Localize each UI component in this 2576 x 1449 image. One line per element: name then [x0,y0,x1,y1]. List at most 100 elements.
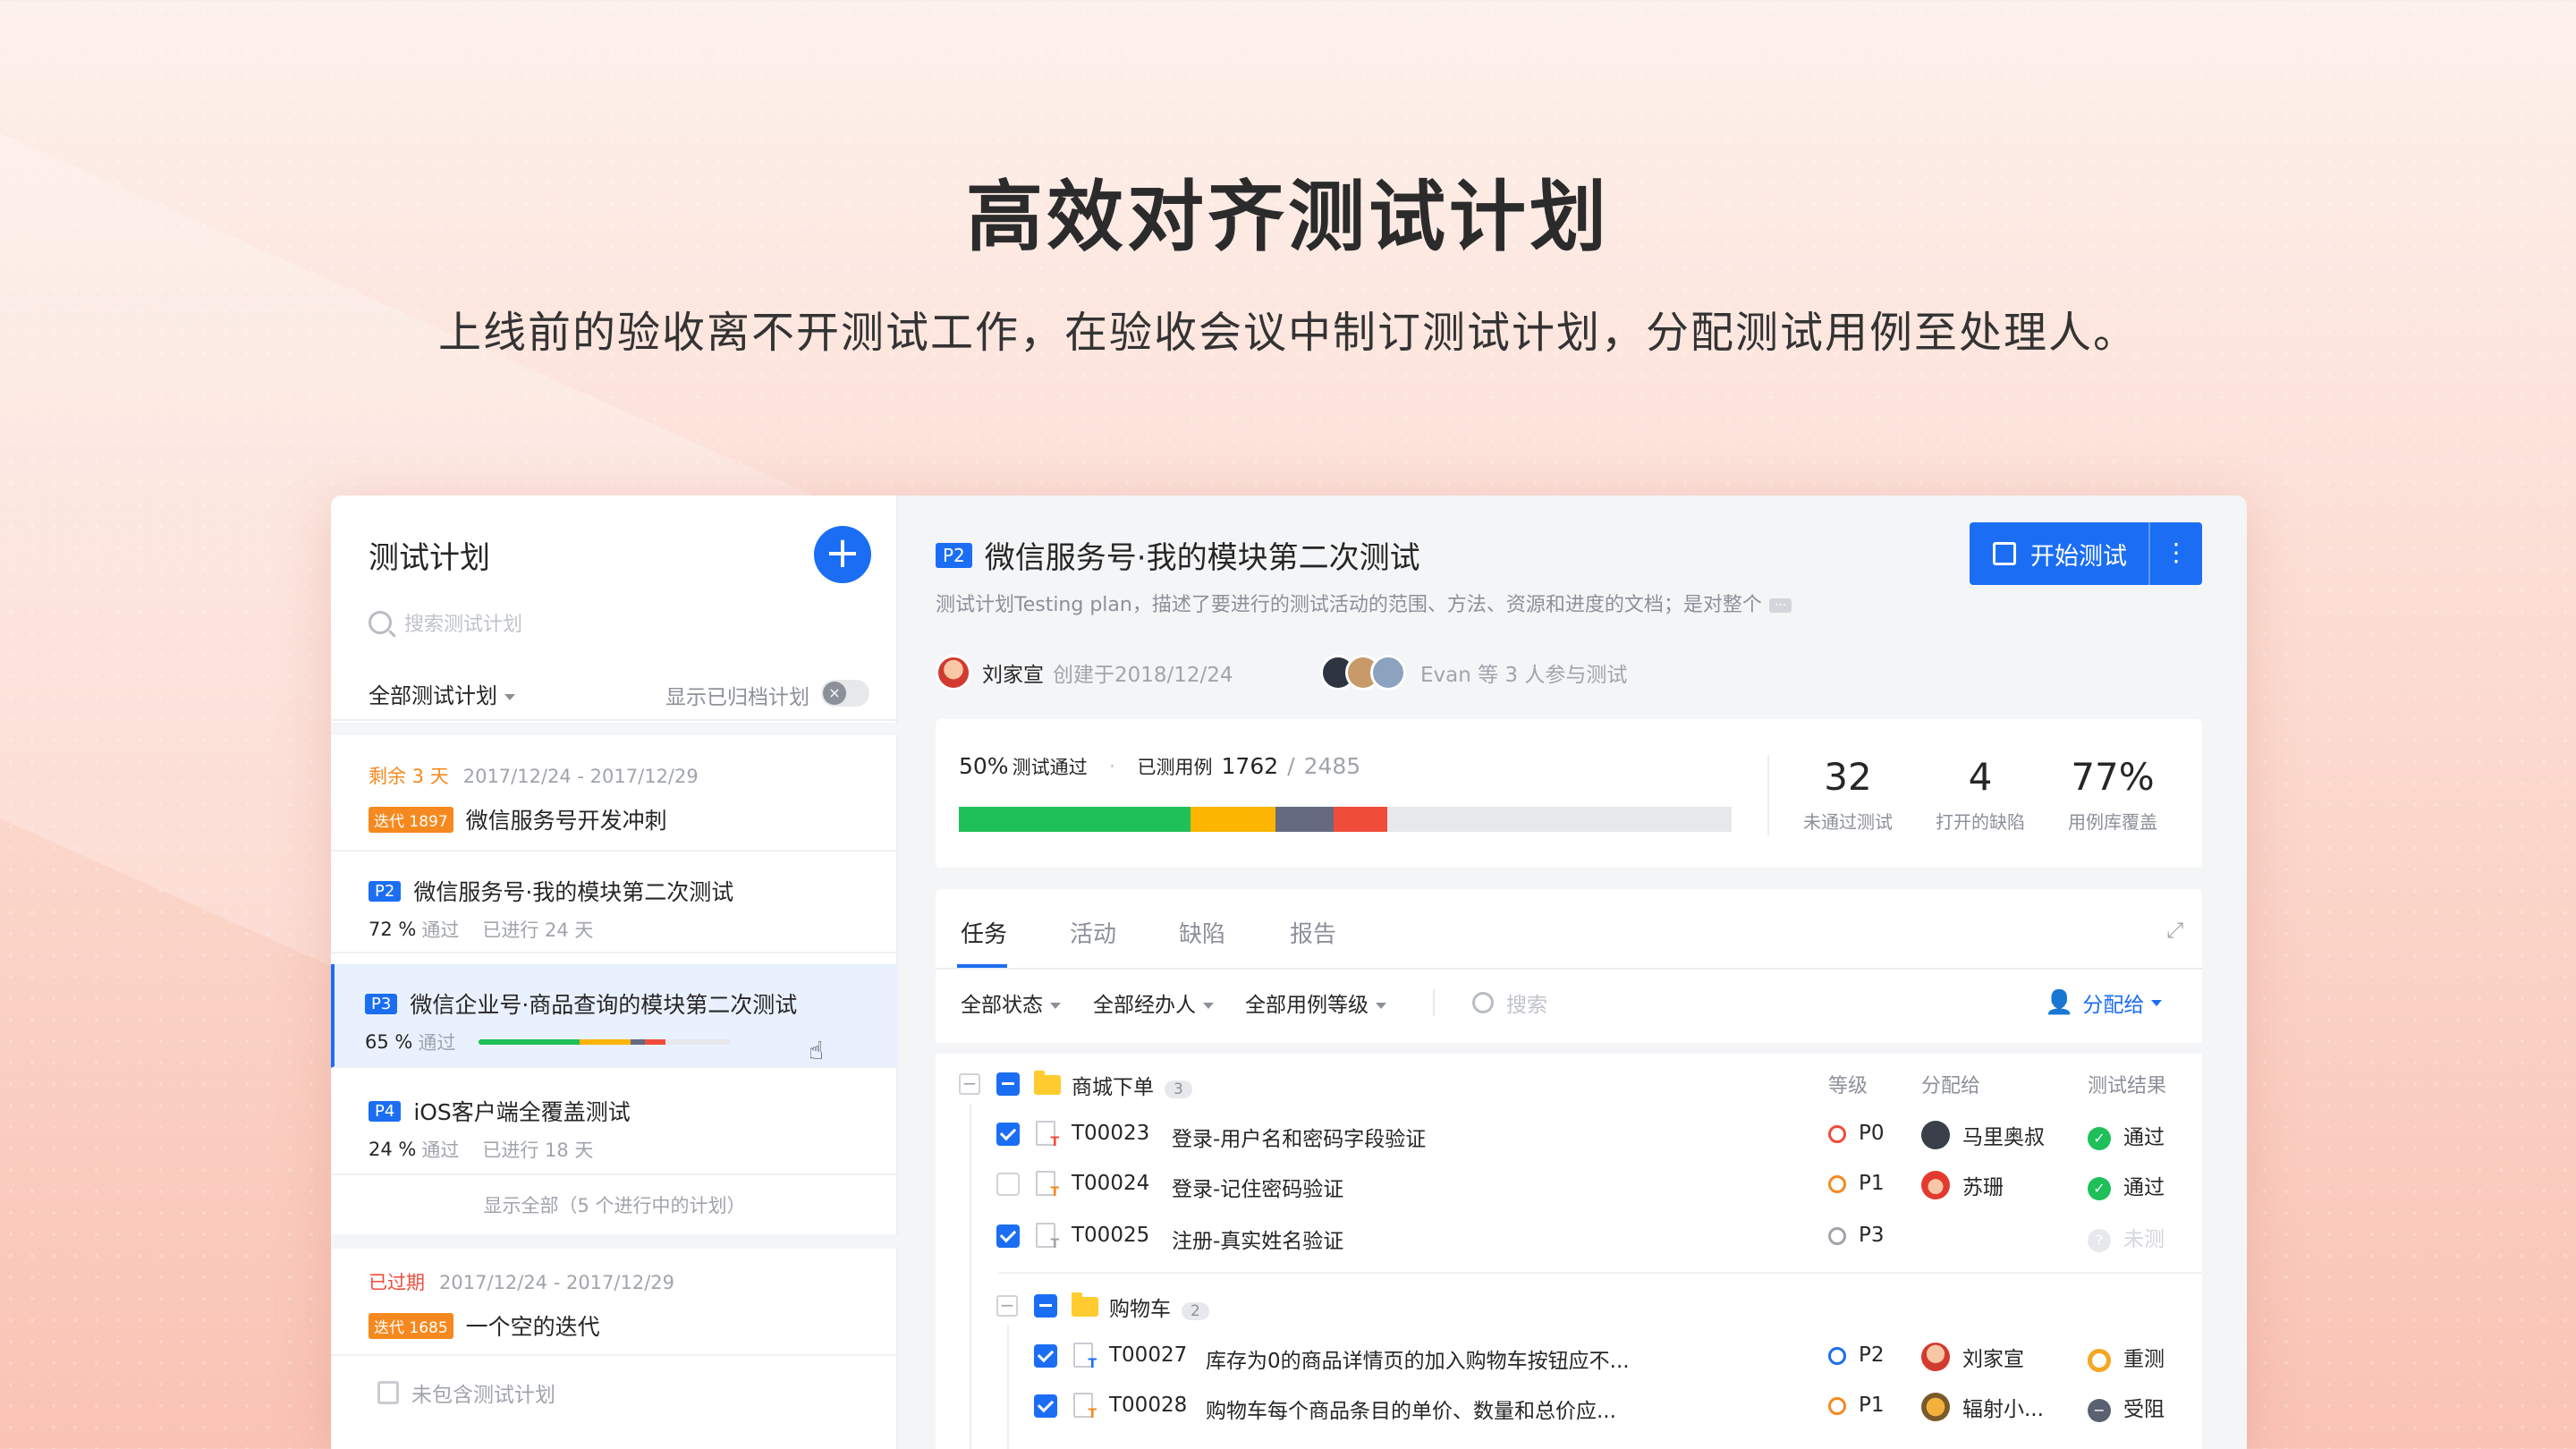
folder-icon [1034,1071,1061,1095]
priority-tag: P4 [369,1100,402,1122]
test-progress-bar [959,807,1732,832]
level-ring-icon [1828,1226,1846,1245]
case-checkbox[interactable] [996,1224,1020,1248]
plan-item-p2[interactable]: P2 微信服务号·我的模块第二次测试 72 % 通过 已进行 24 天 [331,850,898,953]
check-circle-icon: ✓ [2088,1176,2111,1200]
tab-defects[interactable]: 缺陷 [1179,916,1225,949]
add-plan-button[interactable]: + [814,526,871,583]
case-assignee-name: 刘家宣 [1962,1348,2024,1371]
case-checkbox[interactable] [1034,1394,1057,1418]
case-level-text: P0 [1859,1122,1885,1145]
case-result[interactable]: ✓ 通过 [2088,1120,2165,1150]
close-icon: × [823,682,846,705]
case-level: P2 [1828,1343,1885,1367]
plus-icon: + [824,528,861,578]
blocked-icon: − [2088,1398,2111,1422]
assignee-filter-label: 全部经办人 [1093,994,1196,1017]
chevron-down-icon [2151,999,2163,1006]
start-test-button[interactable]: 开始测试 ⋮ [1970,522,2202,585]
iteration-tag: 迭代 1685 [369,1312,453,1339]
case-result[interactable]: − 受阻 [2088,1392,2165,1422]
file-icon: T [1036,1223,1059,1251]
tab-activity[interactable]: 活动 [1070,916,1116,949]
case-row[interactable]: T T00028 购物车每个商品条目的单价、数量和总价应... P1 辐射小..… [936,1381,2202,1431]
case-assignee-name: 辐射小... [1962,1398,2044,1421]
expand-icon[interactable]: ⤢ [2166,918,2183,943]
group-checkbox[interactable] [996,1072,1020,1096]
case-title[interactable]: 登录-记住密码验证 [1172,1172,1343,1202]
case-assignee[interactable]: 刘家宣 [1921,1342,2024,1372]
plan-search[interactable]: 搜索测试计划 [369,605,522,640]
plan-pass-label: 通过 [418,1032,456,1054]
plan-pass-pct: 65 % [365,1031,413,1053]
case-row[interactable]: T T00024 登录-记住密码验证 P1 苏珊 ✓ 通过 [936,1159,2202,1209]
case-title[interactable]: 库存为0的商品详情页的加入购物车按钮应不... [1206,1343,1630,1374]
priority-tag: P3 [365,993,398,1014]
plan-pass-label: 通过 [421,919,460,941]
plan-progress-bar [479,1039,732,1045]
assignee-filter[interactable]: 全部经办人 [1093,987,1214,1018]
group-checkbox[interactable] [1034,1294,1057,1318]
expand-description-button[interactable]: ··· [1768,598,1792,613]
case-search[interactable]: 搜索 [1472,987,1547,1018]
group-count: 3 [1165,1080,1192,1098]
plan-item-p4[interactable]: P4 iOS客户端全覆盖测试 24 % 通过 已进行 18 天 [331,1072,898,1175]
priority-tag: P2 [936,542,972,568]
case-result-text: 通过 [2123,1176,2165,1199]
case-checkbox[interactable] [996,1173,1020,1196]
plan-filter-dropdown[interactable]: 全部测试计划 [369,678,515,709]
collapse-icon[interactable]: − [996,1295,1018,1317]
add-user-icon: 👤 [2045,989,2074,1016]
case-row[interactable]: T T00025 注册-真实姓名验证 P3 ? 未测 [936,1211,2202,1261]
status-filter-label: 全部状态 [961,994,1043,1017]
avatar [1921,1171,1950,1199]
file-icon: T [1036,1171,1059,1199]
divider [331,1234,898,1249]
case-row[interactable]: T T00027 库存为0的商品详情页的加入购物车按钮应不... P2 刘家宣 … [936,1331,2202,1381]
participants-text: Evan 等 3 人参与测试 [1420,664,1628,687]
group-row[interactable]: − 购物车 2 [936,1281,2202,1331]
iteration-dates: 2017/12/24 - 2017/12/29 [439,1272,675,1293]
plan-participants[interactable]: Evan 等 3 人参与测试 [1320,655,1627,691]
case-title[interactable]: 登录-用户名和密码字段验证 [1172,1122,1426,1152]
level-filter-label: 全部用例等级 [1245,994,1368,1017]
plan-tabs-card: 任务 活动 缺陷 报告 ⤢ 全部状态 全部经办人 全部用例等级 搜索 👤 分配给… [936,889,2202,1449]
iteration-1685[interactable]: 已过期 2017/12/24 - 2017/12/29 迭代 1685 一个空的迭代 [369,1268,674,1342]
divider [331,723,898,735]
case-assignee[interactable]: 苏珊 [1921,1170,2004,1200]
level-ring-icon [1828,1396,1846,1415]
show-all-link[interactable]: 显示全部（5 个进行中的计划） [331,1191,898,1218]
group-name-text: 购物车 [1109,1298,1171,1321]
tab-tasks[interactable]: 任务 [961,916,1007,949]
case-checkbox[interactable] [1034,1344,1057,1368]
assign-dropdown[interactable]: 👤 分配给 [2045,987,2163,1018]
case-assignee[interactable]: 马里奥叔 [1921,1120,2045,1150]
archived-toggle[interactable]: × [821,680,869,707]
plan-name: 微信企业号·商品查询的模块第二次测试 [410,992,798,1018]
iteration-1897[interactable]: 剩余 3 天 2017/12/24 - 2017/12/29 迭代 1897 微信服… [369,762,699,835]
group-row[interactable]: − 商城下单 3 [936,1059,2202,1109]
avatar [936,655,971,691]
collapse-icon[interactable]: − [959,1073,980,1095]
chevron-down-icon [1376,1003,1386,1009]
level-filter[interactable]: 全部用例等级 [1245,987,1386,1018]
owner-name: 刘家宣 [982,664,1044,687]
case-title[interactable]: 购物车每个商品条目的单价、数量和总价应... [1206,1394,1616,1424]
case-result[interactable]: 重测 [2088,1342,2165,1372]
separator-dot: · [1108,753,1116,779]
plan-title: P2 微信服务号·我的模块第二次测试 [936,533,1420,577]
chevron-down-icon [1050,1003,1061,1009]
case-checkbox[interactable] [996,1123,1020,1146]
tab-report[interactable]: 报告 [1290,916,1336,949]
case-result[interactable]: ? 未测 [2088,1222,2165,1252]
case-title[interactable]: 注册-真实姓名验证 [1172,1224,1343,1254]
case-assignee[interactable]: 辐射小... [1921,1392,2044,1422]
more-vertical-icon[interactable]: ⋮ [2148,522,2202,585]
plan-detail: P2 微信服务号·我的模块第二次测试 开始测试 ⋮ 测试计划Testing pl… [900,496,2247,1449]
case-row[interactable]: T T00023 登录-用户名和密码字段验证 P0 马里奥叔 ✓ 通过 [936,1109,2202,1159]
progress-segment-pass [479,1039,580,1045]
case-level-text: P1 [1859,1172,1885,1195]
status-filter[interactable]: 全部状态 [961,987,1061,1018]
plan-item-p3[interactable]: P3 微信企业号·商品查询的模块第二次测试 65 % 通过 ☝ [331,964,898,1068]
case-result[interactable]: ✓ 通过 [2088,1170,2165,1200]
